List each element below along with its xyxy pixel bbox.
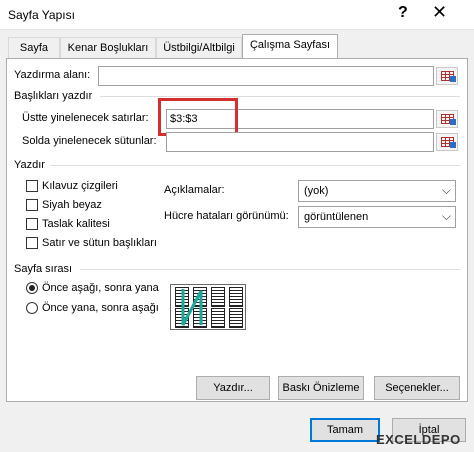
tab-label: Üstbilgi/Altbilgi <box>163 42 235 54</box>
row-col-headings-checkbox[interactable] <box>26 237 38 249</box>
gridlines-checkbox[interactable] <box>26 180 38 192</box>
page-order-heading: Sayfa sırası <box>14 263 73 275</box>
rows-repeat-label: Üstte yinelenecek satırlar: <box>22 112 149 124</box>
rows-repeat-collapse-button[interactable] <box>436 110 458 128</box>
print-area-collapse-button[interactable] <box>436 67 458 85</box>
highlight-box <box>158 98 238 136</box>
print-area-input[interactable] <box>98 66 434 86</box>
page-order-arrow-icon <box>181 289 203 326</box>
separator <box>100 96 460 97</box>
ok-button[interactable]: Tamam <box>310 418 380 442</box>
window-title: Sayfa Yapısı <box>8 8 75 22</box>
tab-label: Çalışma Sayfası <box>249 39 331 51</box>
chevron-down-icon: ⌵ <box>441 183 451 197</box>
print-preview-button[interactable]: Baskı Önizleme <box>278 376 364 400</box>
collapse-arrow-icon <box>450 142 456 148</box>
over-then-down-label: Önce yana, sonra aşağı <box>42 302 159 314</box>
close-button[interactable]: ✕ <box>432 2 447 23</box>
comments-select[interactable]: (yok) ⌵ <box>298 180 456 202</box>
cell-errors-label: Hücre hataları görünümü: <box>164 210 289 222</box>
tab-header-footer[interactable]: Üstbilgi/Altbilgi <box>156 37 242 59</box>
watermark-logo: EXCELDEPO <box>376 432 461 447</box>
print-preview-label: Baskı Önizleme <box>282 382 360 394</box>
print-heading: Yazdır <box>14 159 45 171</box>
page-order-preview <box>170 284 246 330</box>
cols-repeat-input[interactable] <box>166 132 434 152</box>
separator <box>80 269 460 270</box>
cell-errors-value: görüntülenen <box>304 211 369 223</box>
collapse-arrow-icon <box>450 76 456 82</box>
row-col-headings-label: Satır ve sütun başlıkları <box>42 237 157 249</box>
cols-repeat-label: Solda yinelenecek sütunlar: <box>22 135 157 147</box>
comments-value: (yok) <box>304 185 329 197</box>
separator <box>50 165 460 166</box>
cols-repeat-collapse-button[interactable] <box>436 133 458 151</box>
print-titles-heading: Başlıkları yazdır <box>14 90 93 102</box>
options-label: Seçenekler... <box>385 382 449 394</box>
comments-label: Açıklamalar: <box>164 184 225 196</box>
black-white-label: Siyah beyaz <box>42 199 102 211</box>
gridlines-label: Kılavuz çizgileri <box>42 180 118 192</box>
cell-errors-select[interactable]: görüntülenen ⌵ <box>298 206 456 228</box>
tab-sayfa[interactable]: Sayfa <box>8 37 60 59</box>
tab-label: Kenar Boşlukları <box>67 42 149 54</box>
chevron-down-icon: ⌵ <box>441 209 451 223</box>
down-then-over-radio[interactable] <box>26 282 38 294</box>
print-area-label: Yazdırma alanı: <box>14 69 91 81</box>
print-button-label: Yazdır... <box>213 382 253 394</box>
draft-quality-checkbox[interactable] <box>26 218 38 230</box>
title-bar: Sayfa Yapısı ? ✕ <box>0 0 474 30</box>
over-then-down-radio[interactable] <box>26 302 38 314</box>
print-button[interactable]: Yazdır... <box>196 376 270 400</box>
tab-label: Sayfa <box>19 42 49 54</box>
black-white-checkbox[interactable] <box>26 199 38 211</box>
tab-margins[interactable]: Kenar Boşlukları <box>60 37 156 59</box>
tab-worksheet[interactable]: Çalışma Sayfası <box>242 34 338 59</box>
down-then-over-label: Önce aşağı, sonra yana <box>42 282 159 294</box>
ok-label: Tamam <box>326 424 364 436</box>
collapse-arrow-icon <box>450 119 456 125</box>
help-button[interactable]: ? <box>398 4 408 22</box>
options-button[interactable]: Seçenekler... <box>374 376 460 400</box>
draft-quality-label: Taslak kalitesi <box>42 218 110 230</box>
